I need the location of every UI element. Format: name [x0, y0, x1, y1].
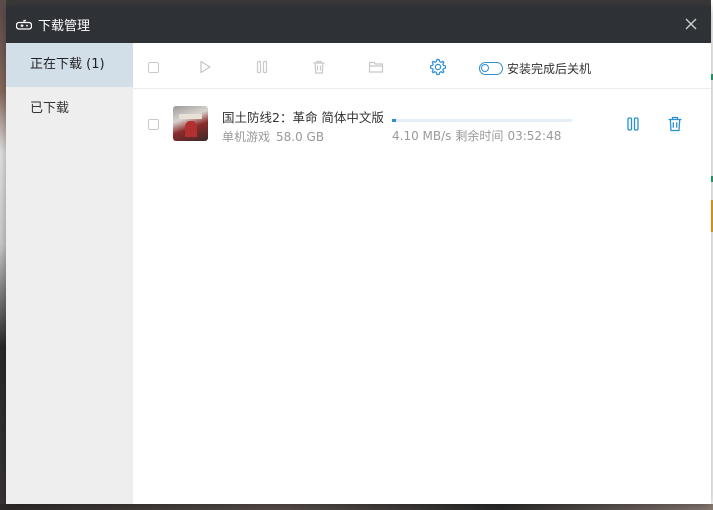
game-category: 单机游戏: [222, 130, 271, 144]
toggle-knob: [481, 64, 489, 72]
checkbox-box: [148, 119, 159, 130]
download-speed: 4.10 MB/s: [392, 129, 452, 143]
checkbox-box: [147, 61, 159, 73]
sidebar-item-downloaded[interactable]: 已下载: [6, 87, 133, 131]
row-select-checkbox[interactable]: [148, 119, 159, 130]
gear-icon: [429, 58, 447, 76]
thumbnail-logo-band: [179, 114, 202, 119]
gamepad-icon: [16, 17, 32, 33]
sidebar-item-downloading[interactable]: 正在下载 (1): [6, 43, 133, 87]
open-folder-button[interactable]: [367, 58, 385, 76]
download-manager-dialog: 下载管理 正在下载 (1) 已下载 安装完成后关机 国土防线2：革命 简体中文版…: [6, 6, 711, 504]
game-meta: 单机游戏 58.0 GB: [222, 128, 330, 145]
remaining-time-label: 剩余时间: [455, 129, 504, 143]
pause-download-button[interactable]: [624, 115, 642, 133]
toggle-switch[interactable]: [479, 62, 503, 75]
sidebar: 正在下载 (1) 已下载: [6, 43, 133, 504]
sidebar-item-label: 已下载: [30, 101, 70, 116]
settings-button[interactable]: [429, 58, 447, 76]
window-title: 下载管理: [38, 19, 91, 34]
trash-icon: [313, 60, 325, 74]
select-all-checkbox[interactable]: [144, 58, 162, 76]
toolbar: 安装完成后关机: [133, 43, 711, 89]
game-title: 国土防线2：革命 简体中文版: [222, 110, 384, 125]
folder-icon: [368, 61, 384, 73]
main-panel: 安装完成后关机 国土防线2：革命 简体中文版 单机游戏 58.0 GB 4.10 …: [133, 43, 711, 504]
download-progress-fill: [392, 119, 396, 122]
pause-icon: [256, 60, 268, 74]
play-icon: [200, 60, 211, 74]
start-all-button[interactable]: [196, 58, 214, 76]
shutdown-after-install-label: 安装完成后关机: [507, 62, 592, 76]
remaining-time: 03:52:48: [507, 129, 562, 143]
delete-selected-button[interactable]: [310, 58, 328, 76]
close-icon[interactable]: [683, 16, 699, 32]
trash-icon: [668, 116, 682, 132]
delete-download-button[interactable]: [666, 115, 684, 133]
background-app-bottom-edge: [0, 504, 713, 510]
pause-all-button[interactable]: [253, 58, 271, 76]
thumbnail-figure: [185, 121, 197, 137]
sidebar-item-label: 正在下载 (1): [30, 57, 105, 72]
download-status: 4.10 MB/s 剩余时间 03:52:48: [392, 127, 565, 144]
download-row: 国土防线2：革命 简体中文版 单机游戏 58.0 GB 4.10 MB/s 剩余时间…: [133, 99, 711, 147]
shutdown-after-install-toggle[interactable]: 安装完成后关机: [479, 60, 591, 77]
title-bar[interactable]: 下载管理: [6, 6, 711, 43]
game-thumbnail: [173, 106, 208, 141]
game-size: 58.0 GB: [276, 130, 325, 144]
download-progress-bar: [392, 119, 572, 122]
pause-icon: [627, 117, 639, 131]
